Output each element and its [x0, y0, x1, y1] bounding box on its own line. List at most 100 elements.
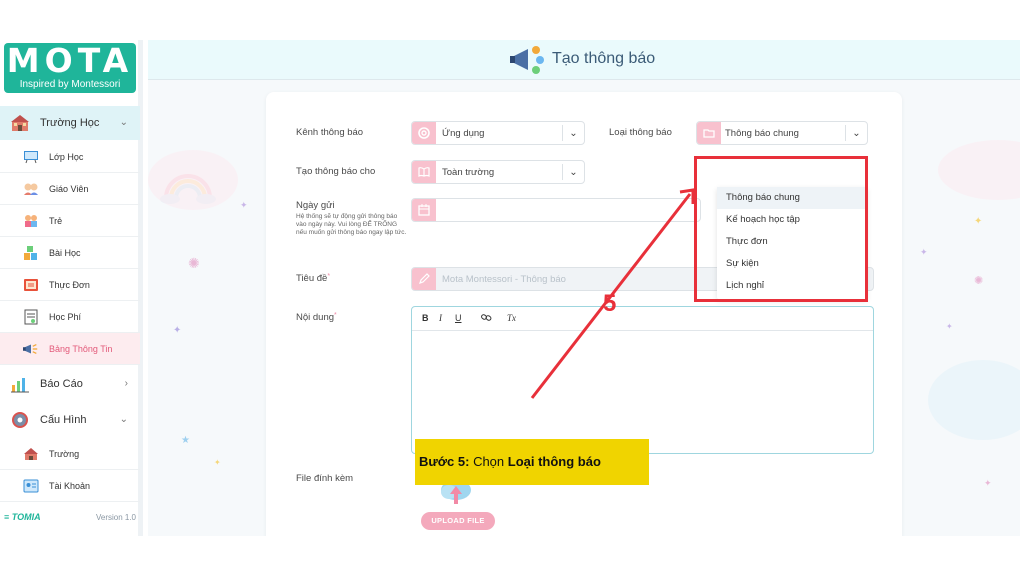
lifebuoy-icon: [412, 122, 436, 144]
sparkle-icon: ✦: [920, 247, 928, 257]
sidebar-item-label: Bài Học: [49, 247, 81, 258]
sparkle-icon: ✦: [984, 478, 992, 488]
background-blob: [938, 140, 1020, 200]
required-mark: *: [334, 312, 337, 319]
channel-label: Kênh thông báo: [296, 127, 364, 138]
audience-value: Toàn trường: [442, 167, 495, 178]
sidebar-item-label: Bảng Thông Tin: [49, 343, 113, 354]
send-date-hint: Hệ thống sẽ tự động gửi thông báo vào ng…: [296, 213, 407, 236]
invoice-icon: [23, 309, 39, 325]
sparkle-icon: ★: [181, 435, 190, 446]
sidebar-group-cau-hinh[interactable]: Cấu Hình ⌄: [0, 403, 140, 437]
sparkle-icon: ✺: [974, 275, 984, 287]
pencil-icon: [412, 268, 436, 290]
sparkle-icon: ✦: [240, 200, 248, 210]
channel-select[interactable]: Ứng dụng ⌄: [411, 121, 585, 145]
sparkle-icon: ✦: [974, 216, 983, 227]
sidebar-item-hoc-phi[interactable]: Học Phí: [0, 301, 140, 333]
attachment-label: File đính kèm: [296, 473, 354, 484]
book-icon: [412, 161, 436, 183]
logo[interactable]: MOTA Inspired by Montessori: [4, 43, 136, 93]
content-editor[interactable]: B I U Tx: [411, 306, 874, 454]
sidebar-item-label: Học Phí: [49, 311, 82, 322]
step-prefix: Bước 5:: [419, 454, 470, 469]
page-header: Tạo thông báo: [148, 40, 1020, 80]
logo-tagline: Inspired by Montessori: [19, 79, 121, 90]
title-label: Tiêu đề*: [296, 273, 330, 284]
folder-icon: [697, 122, 721, 144]
bold-button[interactable]: B: [422, 313, 429, 323]
content-label-text: Nội dung: [296, 312, 335, 323]
background-blob: [148, 150, 238, 210]
underline-button[interactable]: U: [455, 313, 462, 323]
title-placeholder: Mota Montessori - Thông báo: [442, 274, 566, 285]
school-icon: [10, 113, 30, 133]
step-number: 5: [603, 290, 617, 317]
sidebar-item-label: Giáo Viên: [49, 183, 89, 194]
blocks-icon: [23, 245, 39, 261]
teachers-icon: [23, 181, 39, 197]
classroom-board-icon: [23, 149, 39, 165]
send-date-input[interactable]: [411, 198, 701, 222]
sidebar-item-giao-vien[interactable]: Giáo Viên: [0, 173, 140, 205]
chevron-down-icon: ⌄: [845, 125, 867, 141]
content-label: Nội dung*: [296, 312, 337, 323]
sidebar-item-tai-khoan[interactable]: Tài Khoản: [0, 470, 140, 502]
sidebar: MOTA Inspired by Montessori Trường Học ⌄…: [0, 40, 143, 536]
step-instruction: Bước 5: Chọn Loại thông báo: [415, 439, 649, 485]
sidebar-item-label: Trường: [49, 448, 80, 459]
page-title: Tạo thông báo: [552, 50, 656, 67]
gear-icon: [10, 410, 30, 430]
sidebar-group-label: Cấu Hình: [40, 414, 87, 426]
sidebar-item-bai-hoc[interactable]: Bài Học: [0, 237, 140, 269]
title-label-text: Tiêu đề: [296, 273, 328, 284]
step-bold: Loại thông báo: [507, 454, 601, 469]
footer-brand: ≡ TOMIA: [4, 512, 41, 522]
sidebar-item-bang-thong-tin[interactable]: Bảng Thông Tin: [0, 333, 140, 365]
sidebar-item-tre[interactable]: Trẻ: [0, 205, 140, 237]
channel-value: Ứng dụng: [442, 128, 485, 139]
calendar-icon: [412, 199, 436, 221]
app-window: MOTA Inspired by Montessori Trường Học ⌄…: [0, 40, 1020, 536]
step-text: Chọn: [469, 454, 508, 469]
audience-select[interactable]: Toàn trường ⌄: [411, 160, 585, 184]
background-blob: [928, 360, 1020, 440]
megaphone-icon: [23, 341, 39, 357]
school-icon: [23, 446, 39, 462]
italic-button[interactable]: I: [439, 313, 442, 323]
logo-title: MOTA: [6, 41, 134, 80]
chevron-down-icon: ⌄: [562, 164, 584, 180]
clear-format-button[interactable]: Tx: [507, 313, 516, 323]
highlight-box: [694, 156, 868, 302]
sidebar-item-lop-hoc[interactable]: Lớp Học: [0, 141, 140, 173]
send-date-label: Ngày gửi: [296, 200, 335, 211]
required-mark: *: [327, 273, 331, 280]
account-icon: [23, 478, 39, 494]
chevron-down-icon: ⌄: [562, 125, 584, 141]
menu-book-icon: [23, 277, 39, 293]
type-select[interactable]: Thông báo chung ⌄: [696, 121, 868, 145]
sidebar-footer: ≡ TOMIA Version 1.0: [0, 508, 140, 528]
sidebar-item-thuc-don[interactable]: Thực Đơn: [0, 269, 140, 301]
sidebar-item-label: Thực Đơn: [49, 279, 90, 290]
link-icon[interactable]: [481, 313, 492, 324]
sparkle-icon: ✦: [946, 322, 953, 331]
sidebar-item-label: Lớp Học: [49, 151, 84, 162]
sidebar-item-label: Trẻ: [49, 215, 63, 226]
editor-toolbar: B I U Tx: [412, 307, 873, 331]
chevron-right-icon: ›: [124, 378, 128, 389]
sidebar-item-truong[interactable]: Trường: [0, 438, 140, 470]
sidebar-group-label: Trường Học: [40, 117, 100, 129]
bar-chart-icon: [10, 374, 30, 394]
version-label: Version 1.0: [95, 513, 136, 522]
sidebar-group-bao-cao[interactable]: Báo Cáo ›: [0, 367, 140, 401]
footer-brand-text: TOMIA: [11, 512, 41, 522]
chevron-down-icon: ⌄: [119, 414, 128, 425]
sparkle-icon: ✦: [173, 325, 182, 336]
sidebar-group-truong-hoc[interactable]: Trường Học ⌄: [0, 106, 140, 140]
sidebar-item-label: Tài Khoản: [49, 480, 91, 491]
children-icon: [23, 213, 39, 229]
sidebar-group-label: Báo Cáo: [40, 378, 83, 390]
sparkle-icon: ✺: [188, 255, 200, 271]
upload-file-button[interactable]: UPLOAD FILE: [421, 512, 495, 530]
